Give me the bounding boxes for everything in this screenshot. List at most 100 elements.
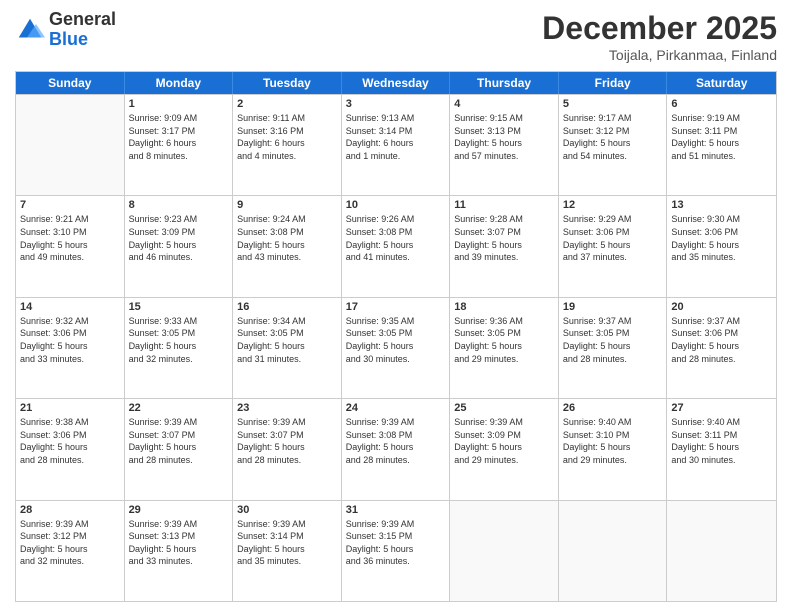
calendar-cell: 28Sunrise: 9:39 AM Sunset: 3:12 PM Dayli… <box>16 501 125 601</box>
cell-info: Sunrise: 9:35 AM Sunset: 3:05 PM Dayligh… <box>346 315 446 365</box>
page: General Blue December 2025 Toijala, Pirk… <box>0 0 792 612</box>
cell-date: 7 <box>20 199 120 211</box>
calendar-row: 21Sunrise: 9:38 AM Sunset: 3:06 PM Dayli… <box>16 398 776 499</box>
calendar-cell: 7 Sunrise: 9:21 AM Sunset: 3:10 PM Daylig… <box>16 196 125 296</box>
cell-date: 24 <box>346 402 446 414</box>
cell-date: 2 <box>237 98 337 110</box>
day-headers: SundayMondayTuesdayWednesdayThursdayFrid… <box>16 72 776 94</box>
cell-date: 22 <box>129 402 229 414</box>
cell-info: Sunrise: 9:39 AM Sunset: 3:15 PM Dayligh… <box>346 518 446 568</box>
day-header-wednesday: Wednesday <box>342 72 451 94</box>
logo-blue: Blue <box>49 29 88 49</box>
calendar-cell: 29 Sunrise: 9:39 AM Sunset: 3:13 PM Dayli… <box>125 501 234 601</box>
cell-date: 10 <box>346 199 446 211</box>
cell-info: Sunrise: 9:32 AM Sunset: 3:06 PM Dayligh… <box>20 315 120 365</box>
calendar-cell <box>450 501 559 601</box>
header: General Blue December 2025 Toijala, Pirk… <box>15 10 777 63</box>
cell-date: 5 <box>563 98 663 110</box>
day-header-sunday: Sunday <box>16 72 125 94</box>
cell-info: Sunrise: 9:29 AM Sunset: 3:06 PM Dayligh… <box>563 213 663 263</box>
cell-info: Sunrise: 9:28 AM Sunset: 3:07 PM Dayligh… <box>454 213 554 263</box>
logo-text: General Blue <box>49 10 116 50</box>
cell-info: Sunrise: 9:39 AM Sunset: 3:09 PM Dayligh… <box>454 416 554 466</box>
cell-info: Sunrise: 9:26 AM Sunset: 3:08 PM Dayligh… <box>346 213 446 263</box>
cell-info: Sunrise: 9:39 AM Sunset: 3:14 PM Dayligh… <box>237 518 337 568</box>
cell-info: Sunrise: 9:39 AM Sunset: 3:07 PM Dayligh… <box>237 416 337 466</box>
subtitle: Toijala, Pirkanmaa, Finland <box>542 47 777 63</box>
cell-date: 21 <box>20 402 120 414</box>
cell-info: Sunrise: 9:11 AM Sunset: 3:16 PM Dayligh… <box>237 112 337 162</box>
calendar-cell: 19 Sunrise: 9:37 AM Sunset: 3:05 PM Dayli… <box>559 298 668 398</box>
day-header-friday: Friday <box>559 72 668 94</box>
cell-date: 1 <box>129 98 229 110</box>
cell-date: 16 <box>237 301 337 313</box>
month-title: December 2025 <box>542 10 777 47</box>
calendar-cell: 31 Sunrise: 9:39 AM Sunset: 3:15 PM Dayli… <box>342 501 451 601</box>
calendar-cell: 6Sunrise: 9:19 AM Sunset: 3:11 PM Daylig… <box>667 95 776 195</box>
cell-info: Sunrise: 9:39 AM Sunset: 3:07 PM Dayligh… <box>129 416 229 466</box>
calendar-cell: 3 Sunrise: 9:13 AM Sunset: 3:14 PM Daylig… <box>342 95 451 195</box>
cell-date: 27 <box>671 402 772 414</box>
cell-date: 13 <box>671 199 772 211</box>
calendar-row: 28Sunrise: 9:39 AM Sunset: 3:12 PM Dayli… <box>16 500 776 601</box>
cell-date: 25 <box>454 402 554 414</box>
calendar-cell: 27 Sunrise: 9:40 AM Sunset: 3:11 PM Dayli… <box>667 399 776 499</box>
calendar-cell: 5 Sunrise: 9:17 AM Sunset: 3:12 PM Daylig… <box>559 95 668 195</box>
cell-date: 28 <box>20 504 120 516</box>
cell-info: Sunrise: 9:39 AM Sunset: 3:13 PM Dayligh… <box>129 518 229 568</box>
calendar-body: 1Sunrise: 9:09 AM Sunset: 3:17 PM Daylig… <box>16 94 776 601</box>
cell-date: 12 <box>563 199 663 211</box>
cell-info: Sunrise: 9:37 AM Sunset: 3:06 PM Dayligh… <box>671 315 772 365</box>
calendar-cell: 10 Sunrise: 9:26 AM Sunset: 3:08 PM Dayli… <box>342 196 451 296</box>
cell-info: Sunrise: 9:33 AM Sunset: 3:05 PM Dayligh… <box>129 315 229 365</box>
calendar-row: 7 Sunrise: 9:21 AM Sunset: 3:10 PM Daylig… <box>16 195 776 296</box>
cell-date: 3 <box>346 98 446 110</box>
cell-date: 11 <box>454 199 554 211</box>
title-section: December 2025 Toijala, Pirkanmaa, Finlan… <box>542 10 777 63</box>
calendar-cell: 12 Sunrise: 9:29 AM Sunset: 3:06 PM Dayli… <box>559 196 668 296</box>
cell-date: 20 <box>671 301 772 313</box>
calendar-cell: 4 Sunrise: 9:15 AM Sunset: 3:13 PM Daylig… <box>450 95 559 195</box>
calendar-cell: 14 Sunrise: 9:32 AM Sunset: 3:06 PM Dayli… <box>16 298 125 398</box>
calendar-cell: 15Sunrise: 9:33 AM Sunset: 3:05 PM Dayli… <box>125 298 234 398</box>
calendar-row: 1Sunrise: 9:09 AM Sunset: 3:17 PM Daylig… <box>16 94 776 195</box>
cell-info: Sunrise: 9:24 AM Sunset: 3:08 PM Dayligh… <box>237 213 337 263</box>
cell-info: Sunrise: 9:21 AM Sunset: 3:10 PM Dayligh… <box>20 213 120 263</box>
logo-icon <box>15 15 45 45</box>
day-header-thursday: Thursday <box>450 72 559 94</box>
cell-date: 14 <box>20 301 120 313</box>
cell-info: Sunrise: 9:40 AM Sunset: 3:10 PM Dayligh… <box>563 416 663 466</box>
cell-date: 4 <box>454 98 554 110</box>
cell-date: 23 <box>237 402 337 414</box>
calendar-cell <box>559 501 668 601</box>
cell-date: 31 <box>346 504 446 516</box>
logo: General Blue <box>15 10 116 50</box>
calendar-cell: 11 Sunrise: 9:28 AM Sunset: 3:07 PM Dayli… <box>450 196 559 296</box>
calendar-cell: 26 Sunrise: 9:40 AM Sunset: 3:10 PM Dayli… <box>559 399 668 499</box>
calendar: SundayMondayTuesdayWednesdayThursdayFrid… <box>15 71 777 602</box>
cell-date: 19 <box>563 301 663 313</box>
calendar-cell: 16Sunrise: 9:34 AM Sunset: 3:05 PM Dayli… <box>233 298 342 398</box>
calendar-cell: 1Sunrise: 9:09 AM Sunset: 3:17 PM Daylig… <box>125 95 234 195</box>
cell-info: Sunrise: 9:17 AM Sunset: 3:12 PM Dayligh… <box>563 112 663 162</box>
calendar-cell <box>667 501 776 601</box>
calendar-cell: 21Sunrise: 9:38 AM Sunset: 3:06 PM Dayli… <box>16 399 125 499</box>
calendar-cell <box>16 95 125 195</box>
cell-info: Sunrise: 9:37 AM Sunset: 3:05 PM Dayligh… <box>563 315 663 365</box>
day-header-monday: Monday <box>125 72 234 94</box>
cell-info: Sunrise: 9:15 AM Sunset: 3:13 PM Dayligh… <box>454 112 554 162</box>
calendar-cell: 23 Sunrise: 9:39 AM Sunset: 3:07 PM Dayli… <box>233 399 342 499</box>
cell-info: Sunrise: 9:13 AM Sunset: 3:14 PM Dayligh… <box>346 112 446 162</box>
calendar-cell: 17Sunrise: 9:35 AM Sunset: 3:05 PM Dayli… <box>342 298 451 398</box>
cell-date: 6 <box>671 98 772 110</box>
calendar-cell: 9Sunrise: 9:24 AM Sunset: 3:08 PM Daylig… <box>233 196 342 296</box>
cell-date: 29 <box>129 504 229 516</box>
logo-general: General <box>49 9 116 29</box>
cell-date: 30 <box>237 504 337 516</box>
calendar-cell: 22 Sunrise: 9:39 AM Sunset: 3:07 PM Dayli… <box>125 399 234 499</box>
calendar-cell: 18Sunrise: 9:36 AM Sunset: 3:05 PM Dayli… <box>450 298 559 398</box>
cell-date: 26 <box>563 402 663 414</box>
calendar-cell: 30 Sunrise: 9:39 AM Sunset: 3:14 PM Dayli… <box>233 501 342 601</box>
cell-info: Sunrise: 9:40 AM Sunset: 3:11 PM Dayligh… <box>671 416 772 466</box>
cell-info: Sunrise: 9:23 AM Sunset: 3:09 PM Dayligh… <box>129 213 229 263</box>
